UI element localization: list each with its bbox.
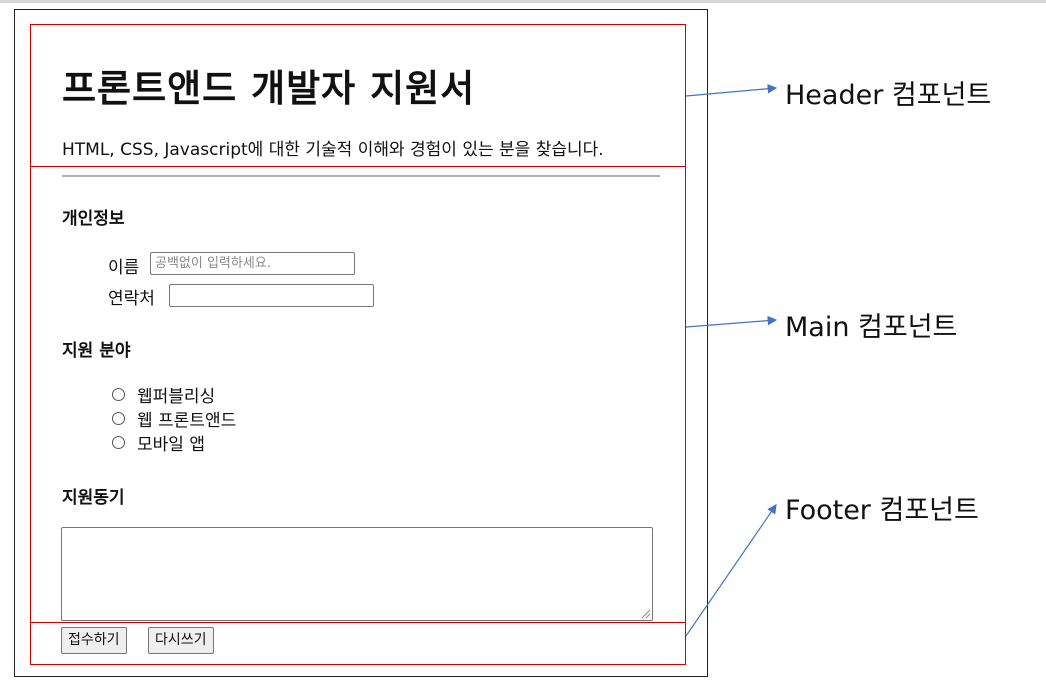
main-component-annotation: Main 컴포넌트 <box>785 312 958 343</box>
footer-arrow <box>685 504 777 637</box>
header-component-annotation: Header 컴포넌트 <box>785 80 992 111</box>
header-arrow <box>685 83 778 97</box>
footer-component-annotation: Footer 컴포넌트 <box>785 495 979 526</box>
main-arrow <box>685 315 778 328</box>
